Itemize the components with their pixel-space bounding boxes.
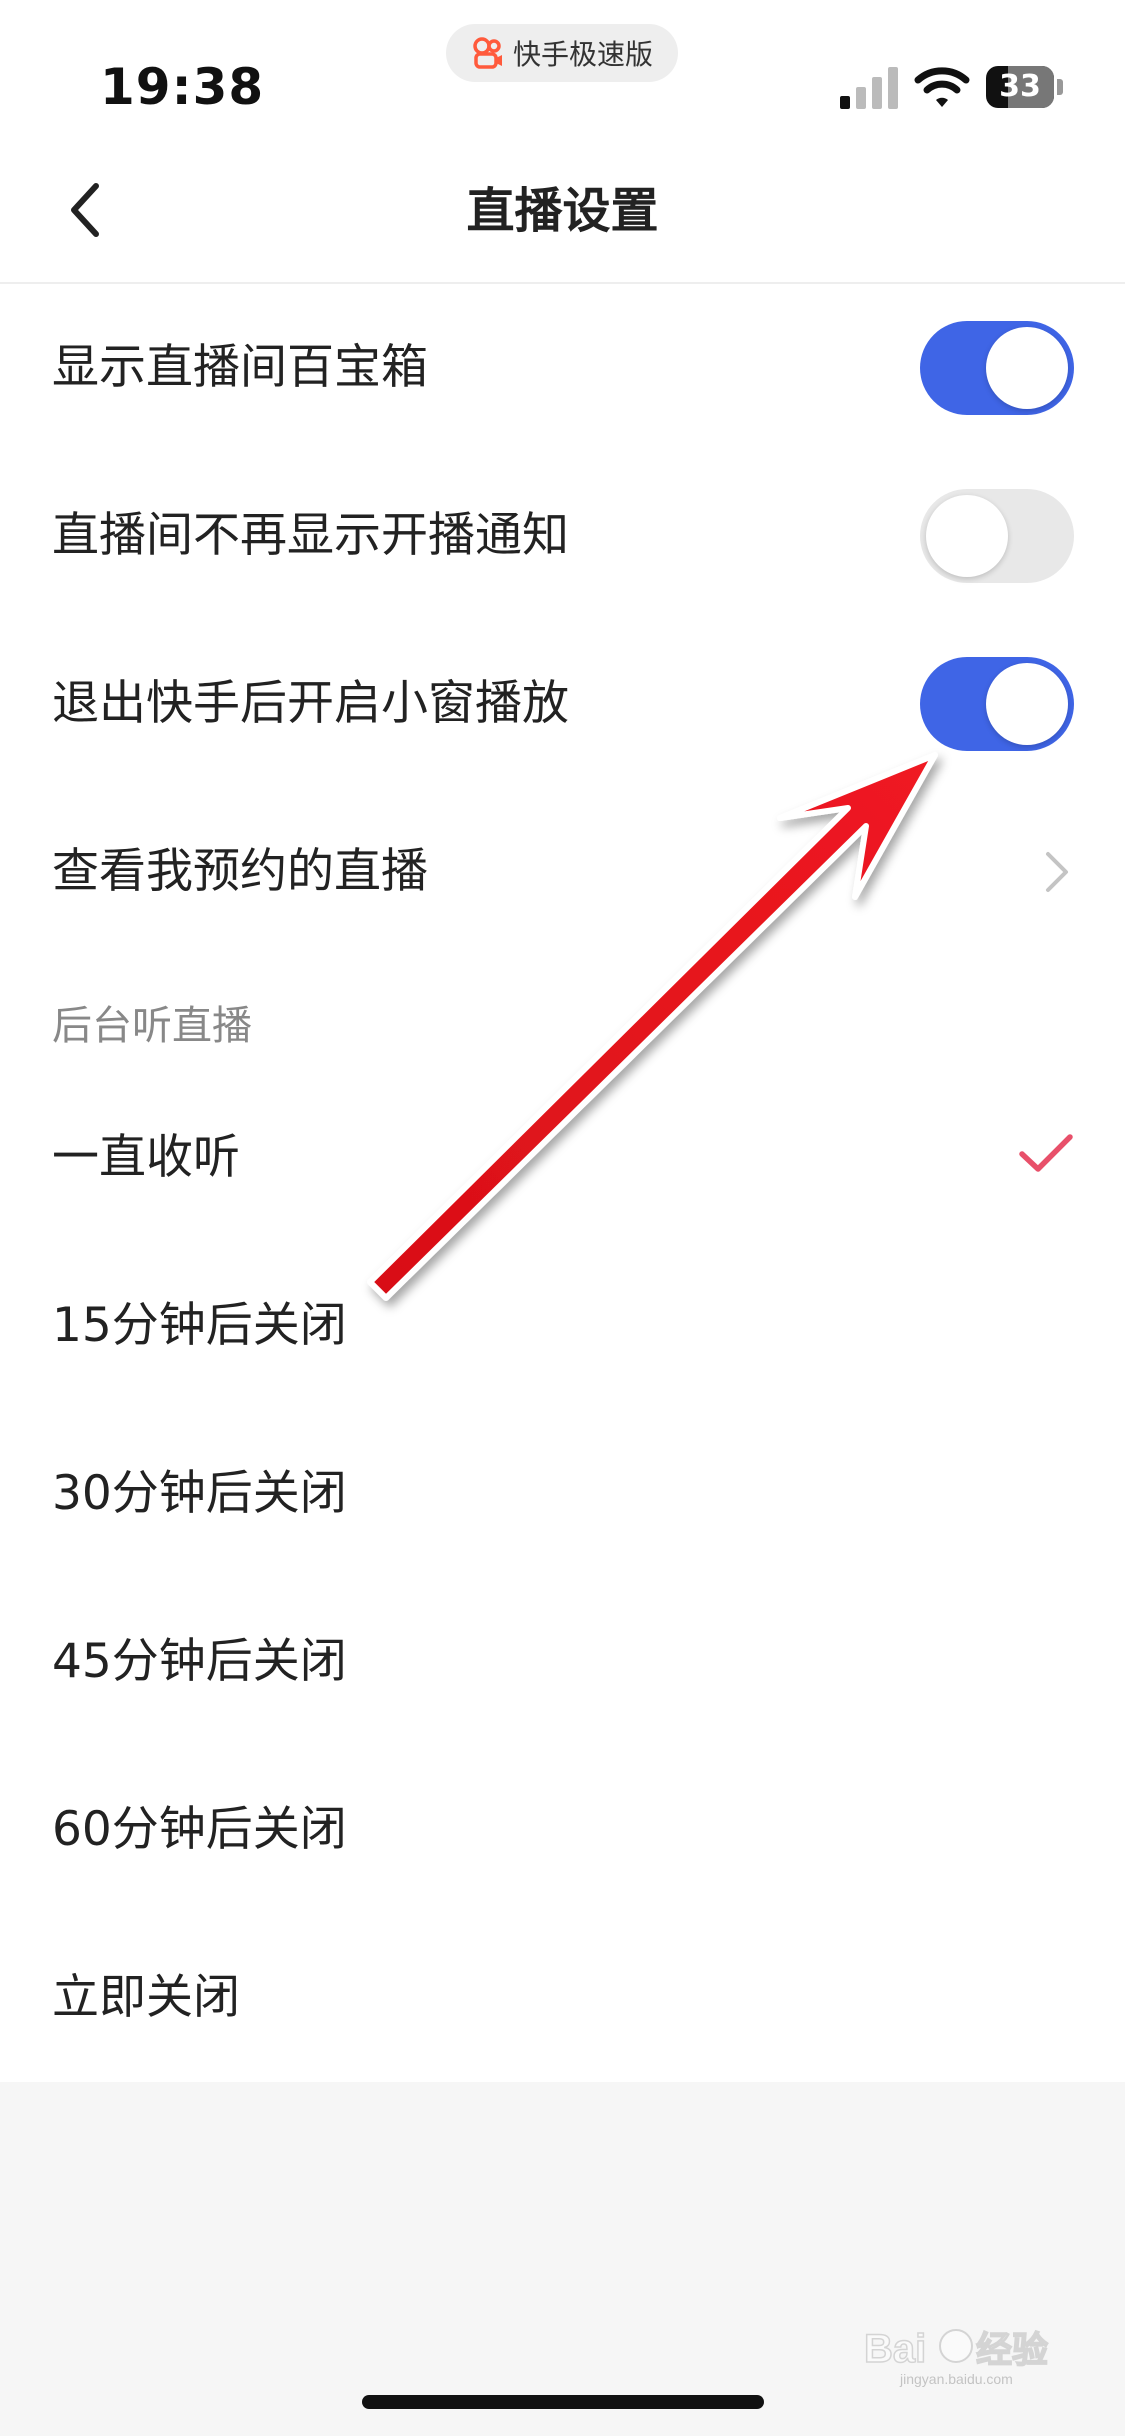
app-pill-label: 快手极速版 [512,38,653,71]
back-button[interactable] [44,170,124,250]
toggle-knob [986,663,1068,745]
setting-label: 查看我预约的直播 [52,844,428,899]
option-row-close-now[interactable]: 立即关闭 [0,1914,1125,2082]
option-row-60-min[interactable]: 60分钟后关闭 [0,1746,1125,1914]
nav-bar: 直播设置 [0,140,1125,284]
treasure-box-toggle[interactable] [920,321,1074,415]
option-label: 45分钟后关闭 [52,1634,347,1689]
setting-label: 退出快手后开启小窗播放 [52,676,569,731]
setting-label: 直播间不再显示开播通知 [52,508,569,563]
svg-text:jingyan.baidu.com: jingyan.baidu.com [899,2371,1013,2387]
cellular-signal-icon [840,67,898,109]
setting-label: 显示直播间百宝箱 [52,340,428,395]
setting-row-mini-window: 退出快手后开启小窗播放 [0,620,1125,788]
option-row-45-min[interactable]: 45分钟后关闭 [0,1578,1125,1746]
battery-body: 33 [986,66,1054,108]
wifi-icon [914,67,970,107]
settings-list: 显示直播间百宝箱 直播间不再显示开播通知 退出快手后开启小窗播放 查看我预约的直… [0,284,1125,956]
toggle-knob [986,327,1068,409]
setting-row-show-treasure-box: 显示直播间百宝箱 [0,284,1125,452]
live-notice-toggle[interactable] [920,489,1074,583]
option-row-15-min[interactable]: 15分钟后关闭 [0,1242,1125,1410]
option-label: 立即关闭 [52,1970,240,2025]
toggle-knob [926,495,1008,577]
option-row-always-listen[interactable]: 一直收听 [0,1074,1125,1242]
home-indicator[interactable] [362,2395,764,2409]
option-label: 60分钟后关闭 [52,1802,347,1857]
background-listen-options: 一直收听 15分钟后关闭 30分钟后关闭 45分钟后关闭 60分钟后关闭 立即关… [0,1074,1125,2082]
svg-text:经验: 经验 [976,2330,1048,2371]
checkmark-icon [1019,1134,1073,1172]
option-row-30-min[interactable]: 30分钟后关闭 [0,1410,1125,1578]
svg-text:Bai: Bai [864,2327,926,2371]
baidu-jingyan-watermark: Bai 经验 jingyan.baidu.com [863,2326,1049,2387]
mini-window-toggle[interactable] [920,657,1074,751]
setting-row-my-reserved-live[interactable]: 查看我预约的直播 [0,788,1125,956]
chevron-left-icon [71,183,99,237]
battery-level: 33 [999,69,1041,104]
status-time: 19:38 [100,58,265,116]
battery-tip [1057,79,1063,95]
status-bar: 19:38 快手极速版 33 [0,0,1125,140]
chevron-right-icon [1046,852,1068,892]
battery-indicator: 33 [986,66,1064,108]
option-label: 30分钟后关闭 [52,1466,347,1521]
kuaishou-logo-icon [473,37,502,69]
option-label: 15分钟后关闭 [52,1298,347,1353]
option-label: 一直收听 [52,1130,240,1185]
page-title: 直播设置 [466,183,659,239]
app-return-pill[interactable]: 快手极速版 [446,24,678,82]
setting-row-hide-live-notice: 直播间不再显示开播通知 [0,452,1125,620]
section-header-background-listen: 后台听直播 [52,1003,252,1049]
